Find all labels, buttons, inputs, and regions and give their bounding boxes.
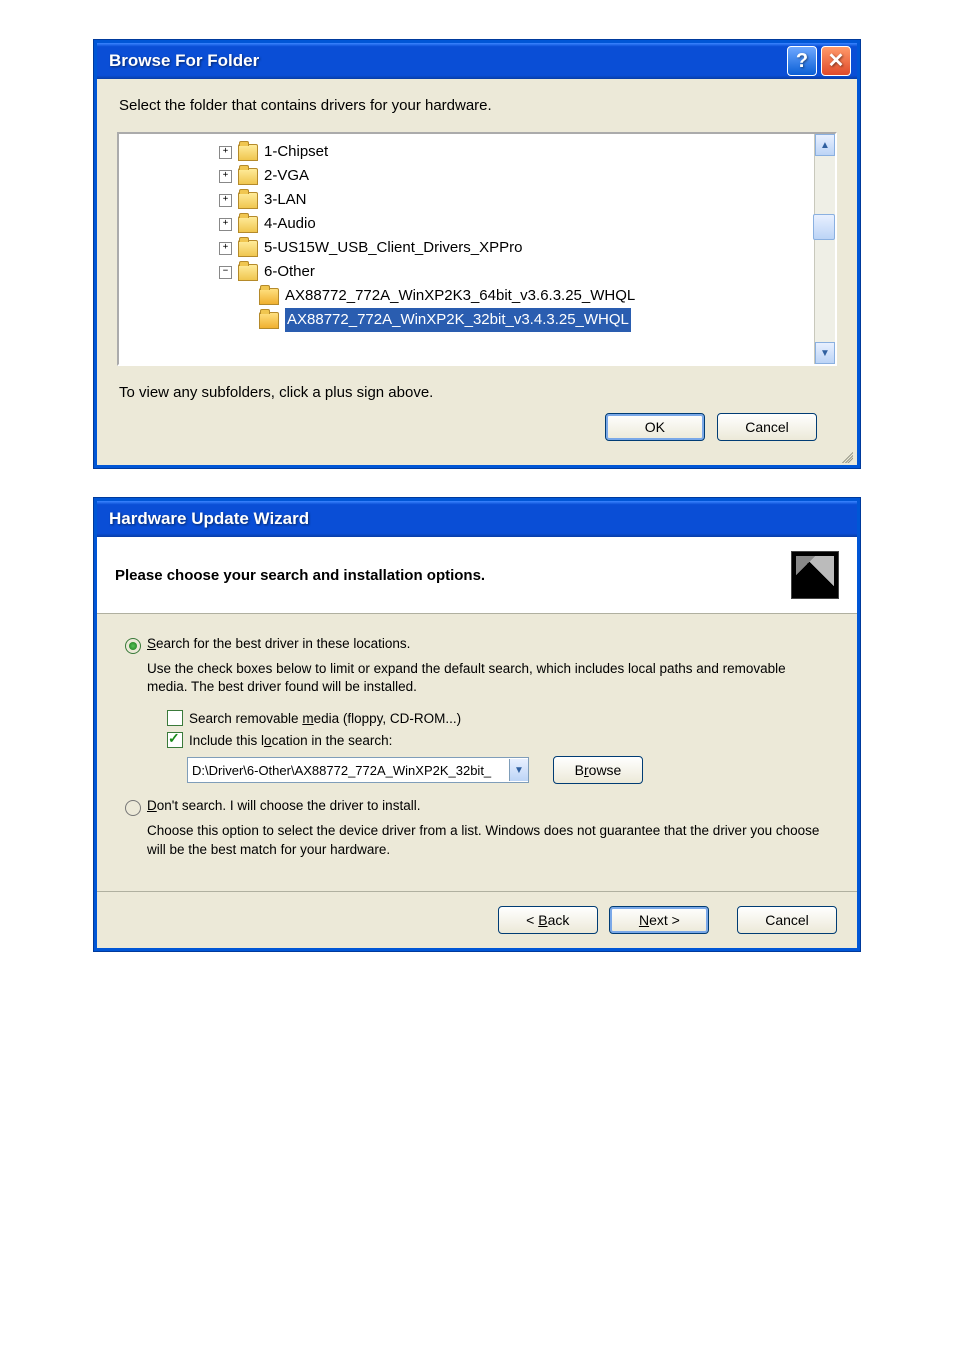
folder-open-icon: [259, 288, 279, 305]
tree-item[interactable]: + 4-Audio: [219, 212, 635, 236]
folder-tree[interactable]: + 1-Chipset + 2-VGA + 3-LAN + 4-: [117, 132, 837, 366]
browse-for-folder-dialog: Browse For Folder ? ✕ Select the folder …: [94, 40, 860, 468]
tree-item[interactable]: − 6-Other: [219, 260, 635, 284]
expand-icon[interactable]: +: [219, 146, 232, 159]
dialog-title: Hardware Update Wizard: [109, 509, 851, 529]
titlebar[interactable]: Browse For Folder ? ✕: [97, 43, 857, 79]
tree-item-selected[interactable]: AX88772_772A_WinXP2K_32bit_v3.4.3.25_WHQ…: [259, 308, 635, 332]
wizard-heading: Please choose your search and installati…: [115, 567, 791, 584]
collapse-icon[interactable]: −: [219, 266, 232, 279]
checkbox-unchecked-icon[interactable]: [167, 710, 183, 726]
tree-label: 4-Audio: [264, 212, 316, 236]
tree-label: 1-Chipset: [264, 140, 328, 164]
tree-item[interactable]: AX88772_772A_WinXP2K3_64bit_v3.6.3.25_WH…: [259, 284, 635, 308]
browse-button[interactable]: Browse: [553, 756, 643, 784]
checkbox-label: Search removable media (floppy, CD-ROM..…: [189, 711, 461, 726]
expand-icon[interactable]: +: [219, 218, 232, 231]
dialog-title: Browse For Folder: [109, 51, 783, 71]
tree-label: 5-US15W_USB_Client_Drivers_XPPro: [264, 236, 522, 260]
close-button[interactable]: ✕: [821, 46, 851, 76]
expand-icon[interactable]: +: [219, 242, 232, 255]
instruction-text: Select the folder that contains drivers …: [119, 97, 837, 114]
checkbox-checked-icon[interactable]: [167, 732, 183, 748]
tree-item[interactable]: + 3-LAN: [219, 188, 635, 212]
hint-text: To view any subfolders, click a plus sig…: [119, 384, 837, 401]
folder-icon: [238, 240, 258, 257]
help-button[interactable]: ?: [787, 46, 817, 76]
folder-icon: [238, 144, 258, 161]
scroll-thumb[interactable]: [813, 214, 835, 240]
location-combobox[interactable]: ▼: [187, 757, 529, 783]
folder-open-icon: [259, 312, 279, 329]
wizard-body: Search for the best driver in these loca…: [97, 614, 857, 891]
radio-label: Search for the best driver in these loca…: [147, 636, 410, 651]
radio-unchecked-icon[interactable]: [125, 800, 141, 816]
expand-icon[interactable]: +: [219, 194, 232, 207]
tree-item[interactable]: + 2-VGA: [219, 164, 635, 188]
checkbox-removable-media[interactable]: Search removable media (floppy, CD-ROM..…: [167, 710, 829, 726]
option-description: Use the check boxes below to limit or ex…: [147, 660, 829, 696]
scroll-down-button[interactable]: ▼: [815, 342, 835, 364]
tree-item[interactable]: + 1-Chipset: [219, 140, 635, 164]
option-description: Choose this option to select the device …: [147, 822, 829, 858]
cancel-button[interactable]: Cancel: [737, 906, 837, 934]
radio-checked-icon[interactable]: [125, 638, 141, 654]
tree-item[interactable]: + 5-US15W_USB_Client_Drivers_XPPro: [219, 236, 635, 260]
tree-label: 2-VGA: [264, 164, 309, 188]
hardware-update-wizard: Hardware Update Wizard Please choose you…: [94, 498, 860, 951]
wizard-icon: [791, 551, 839, 599]
resize-grip[interactable]: [839, 449, 853, 463]
ok-button[interactable]: OK: [605, 413, 705, 441]
tree-label: 6-Other: [264, 260, 315, 284]
checkbox-label: Include this location in the search:: [189, 733, 392, 748]
tree-label: AX88772_772A_WinXP2K3_64bit_v3.6.3.25_WH…: [285, 284, 635, 308]
folder-icon: [238, 192, 258, 209]
wizard-header: Please choose your search and installati…: [97, 537, 857, 614]
radio-search-best-driver[interactable]: Search for the best driver in these loca…: [125, 636, 829, 654]
radio-label: Don't search. I will choose the driver t…: [147, 798, 420, 813]
scroll-up-button[interactable]: ▲: [815, 134, 835, 156]
location-input[interactable]: [188, 763, 509, 778]
back-button[interactable]: < Back: [498, 906, 598, 934]
radio-dont-search[interactable]: Don't search. I will choose the driver t…: [125, 798, 829, 816]
titlebar[interactable]: Hardware Update Wizard: [97, 501, 857, 537]
tree-label: AX88772_772A_WinXP2K_32bit_v3.4.3.25_WHQ…: [285, 308, 631, 332]
cancel-button[interactable]: Cancel: [717, 413, 817, 441]
wizard-footer: < Back Next > Cancel: [97, 891, 857, 948]
expand-icon[interactable]: +: [219, 170, 232, 183]
folder-icon: [238, 168, 258, 185]
dropdown-icon[interactable]: ▼: [509, 759, 528, 781]
checkbox-include-location[interactable]: Include this location in the search:: [167, 732, 829, 748]
dialog-body: Select the folder that contains drivers …: [97, 79, 857, 465]
vertical-scrollbar[interactable]: ▲ ▼: [814, 134, 835, 364]
tree-label: 3-LAN: [264, 188, 307, 212]
folder-icon: [238, 264, 258, 281]
next-button[interactable]: Next >: [609, 906, 709, 934]
folder-icon: [238, 216, 258, 233]
